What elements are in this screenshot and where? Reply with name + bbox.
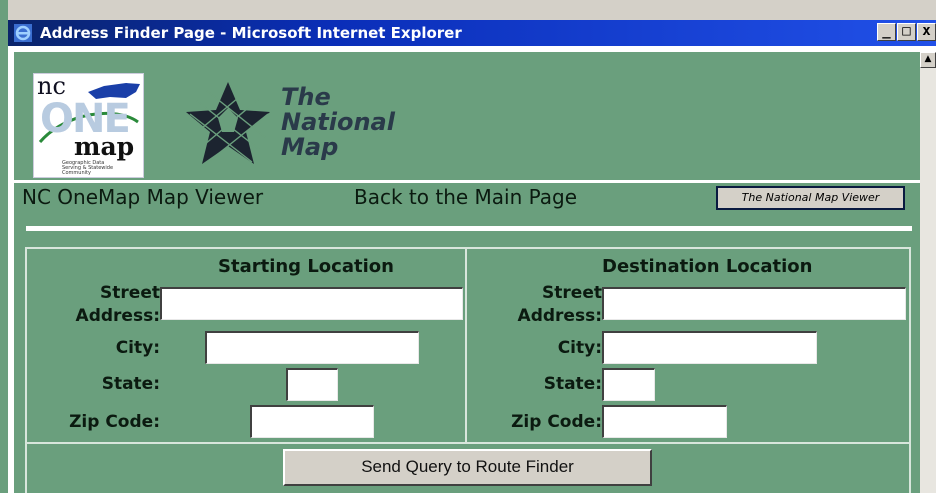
dest-zip-input[interactable]	[602, 405, 727, 438]
dest-city-label: City:	[557, 338, 602, 358]
destination-location-heading: Destination Location	[602, 256, 813, 277]
national-map-star-icon[interactable]	[186, 80, 270, 166]
start-city-input[interactable]	[205, 331, 419, 364]
dest-city-input[interactable]	[602, 331, 817, 364]
dest-zip-label: Zip Code:	[511, 412, 602, 432]
dest-state-input[interactable]	[602, 368, 655, 401]
scroll-up-arrow-icon[interactable]: ▲	[920, 52, 936, 68]
divider-middle	[26, 226, 912, 231]
ie-icon	[14, 24, 32, 42]
column-divider	[465, 248, 467, 442]
minimize-button[interactable]: _	[877, 23, 896, 41]
nconemap-logo-tagline: Geographic Data Serving & Statewide Comm…	[62, 160, 114, 176]
start-state-input[interactable]	[286, 368, 338, 401]
row-divider	[26, 442, 910, 444]
dest-street-label: Street	[542, 283, 602, 303]
start-street-label: Street	[100, 283, 160, 303]
national-map-logo-national: National	[281, 108, 395, 136]
dest-address-label: Address:	[517, 306, 602, 326]
back-to-main-link[interactable]: Back to the Main Page	[354, 183, 577, 211]
dest-street-input[interactable]	[602, 287, 906, 320]
starting-location-heading: Starting Location	[218, 256, 394, 277]
national-map-logo-map: Map	[281, 133, 339, 161]
nconemap-logo[interactable]: nc ONE map Geographic Data Serving & Sta…	[33, 73, 144, 178]
start-city-label: City:	[115, 338, 160, 358]
national-map-viewer-button[interactable]: The National Map Viewer	[716, 186, 905, 210]
maximize-button[interactable]: □	[897, 23, 916, 41]
send-query-button[interactable]: Send Query to Route Finder	[283, 449, 652, 486]
start-zip-input[interactable]	[250, 405, 374, 438]
start-street-input[interactable]	[160, 287, 463, 320]
close-button[interactable]: x	[917, 23, 936, 41]
dest-state-label: State:	[543, 374, 602, 394]
nc-onemap-viewer-link[interactable]: NC OneMap Map Viewer	[22, 183, 263, 211]
national-map-logo-the: The	[281, 83, 331, 111]
vertical-scrollbar[interactable]	[920, 52, 936, 493]
desktop-strip	[0, 0, 8, 493]
window-title: Address Finder Page - Microsoft Internet…	[40, 24, 462, 42]
start-state-label: State:	[101, 374, 160, 394]
start-zip-label: Zip Code:	[69, 412, 160, 432]
nconemap-logo-map: map	[74, 132, 135, 161]
start-address-label: Address:	[75, 306, 160, 326]
